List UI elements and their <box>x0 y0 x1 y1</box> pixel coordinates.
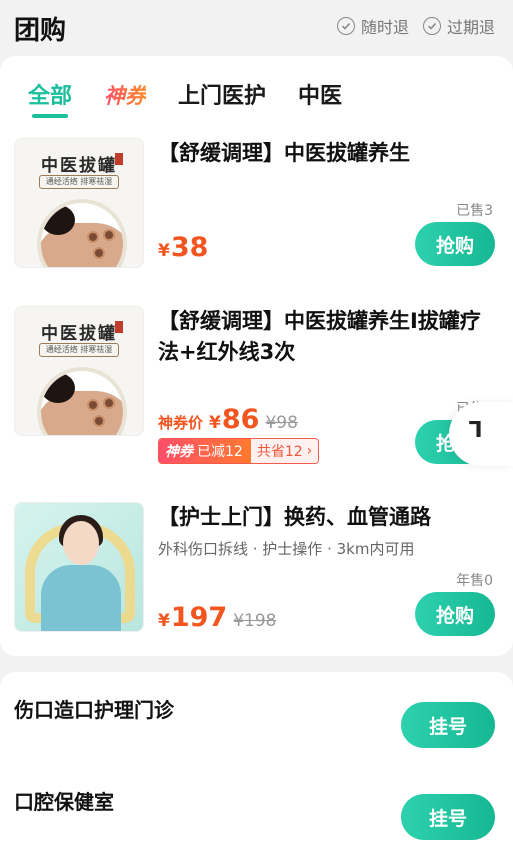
coupon-discount: 神券 已减12 <box>159 439 251 463</box>
category-tabs: 全部 神券 上门医护 中医 <box>28 70 342 118</box>
product-thumbnail: 中医拔罐 通经活络 排寒祛湿 <box>14 306 144 436</box>
original-price: ¥198 <box>233 611 277 631</box>
guarantee-label: 随时退 <box>360 18 409 37</box>
cupping-image <box>37 367 127 435</box>
product-item[interactable]: 中医拔罐 通经活络 排寒祛湿 【舒缓调理】中医拔罐养生 已售3 ¥ 38 抢购 <box>0 138 513 278</box>
guarantee-list: 随时退 过期退 <box>336 14 495 38</box>
product-thumbnail <box>14 502 144 632</box>
original-price: ¥98 <box>265 413 298 433</box>
coupon-brand: 神券 <box>165 444 193 460</box>
coupon-tag[interactable]: 神券 已减12 共省12 › <box>158 438 320 464</box>
tab-shenquan[interactable]: 神券 <box>104 80 146 110</box>
coupon-savings: 共省12 › <box>250 439 319 463</box>
seal-stamp <box>115 321 123 333</box>
coupon-saved: 共省12 <box>256 444 303 460</box>
product-thumbnail: 中医拔罐 通经活络 排寒祛湿 <box>14 138 144 268</box>
clinic-card: 伤口造口护理门诊 挂号 口腔保健室 挂号 <box>0 672 513 864</box>
product-title: 【护士上门】换药、血管通路 <box>158 505 431 529</box>
product-title: 【舒缓调理】中医拔罐养生 <box>158 141 410 165</box>
cupping-image <box>37 199 127 267</box>
header: 团购 随时退 过期退 <box>0 0 513 54</box>
product-price: ¥ 38 <box>158 232 208 263</box>
group-buy-card: 全部 神券 上门医护 中医 中医拔罐 通经活络 排寒祛湿 【舒缓调理】中医拔罐养… <box>0 56 513 656</box>
sold-count: 已售3 <box>456 203 493 219</box>
price-value: 38 <box>170 232 209 263</box>
page-title: 团购 <box>14 16 67 46</box>
price-value: 197 <box>170 602 228 633</box>
clinic-name: 口腔保健室 <box>14 790 114 814</box>
currency-symbol: ¥ <box>209 413 221 433</box>
guarantee-expiry-refund: 过期退 <box>422 14 495 38</box>
clinic-name: 伤口造口护理门诊 <box>14 698 174 722</box>
buy-button[interactable]: 抢购 <box>415 222 495 266</box>
price-value: 86 <box>221 404 260 435</box>
thumbnail-title: 中医拔罐 <box>41 156 117 176</box>
buy-button[interactable]: 抢购 <box>415 592 495 636</box>
guarantee-label: 过期退 <box>446 18 495 37</box>
register-button[interactable]: 挂号 <box>401 702 495 748</box>
floating-button[interactable]: ⅂ <box>449 402 513 466</box>
seal-stamp <box>115 153 123 165</box>
product-price: 神券价 ¥ 86 ¥98 <box>158 404 298 435</box>
product-description: 外科伤口拆线 · 护士操作 · 3km内可用 <box>158 540 415 558</box>
currency-symbol: ¥ <box>158 241 170 261</box>
coupon-price-label: 神券价 <box>158 414 204 432</box>
product-item[interactable]: 【护士上门】换药、血管通路 外科伤口拆线 · 护士操作 · 3km内可用 年售0… <box>0 502 513 642</box>
sold-count: 年售0 <box>456 573 493 589</box>
chevron-right-icon: › <box>306 443 313 459</box>
register-button[interactable]: 挂号 <box>401 794 495 840</box>
check-circle-icon <box>422 17 441 35</box>
check-circle-icon <box>336 17 355 35</box>
guarantee-anytime-refund: 随时退 <box>336 14 409 38</box>
thumbnail-subtitle: 通经活络 排寒祛湿 <box>39 175 119 189</box>
thumbnail-title: 中医拔罐 <box>41 324 117 344</box>
product-price: ¥ 197 ¥198 <box>158 602 276 633</box>
tab-all[interactable]: 全部 <box>28 78 72 118</box>
floating-glyph: ⅂ <box>469 418 482 443</box>
tab-home-care[interactable]: 上门医护 <box>178 78 266 110</box>
currency-symbol: ¥ <box>158 611 170 631</box>
product-item[interactable]: 中医拔罐 通经活络 排寒祛湿 【舒缓调理】中医拔罐养生I拔罐疗法+红外线3次 已… <box>0 306 513 466</box>
coupon-reduced: 已减12 <box>197 444 243 460</box>
thumbnail-subtitle: 通经活络 排寒祛湿 <box>39 343 119 357</box>
nurse-figure <box>41 565 121 631</box>
tab-tcm[interactable]: 中医 <box>298 78 342 110</box>
product-title: 【舒缓调理】中医拔罐养生I拔罐疗法+红外线3次 <box>158 309 481 364</box>
